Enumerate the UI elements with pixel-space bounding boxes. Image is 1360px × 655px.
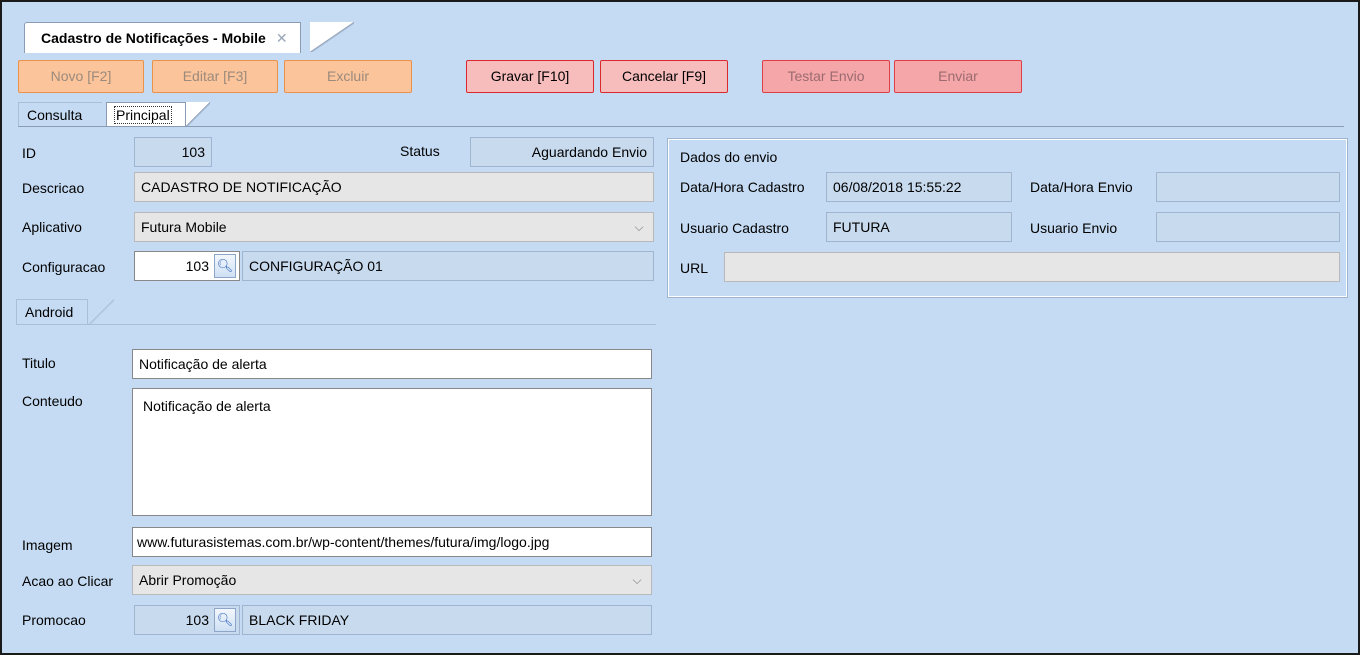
usuario-cadastro-field: FUTURA (826, 212, 1012, 242)
titulo-field[interactable]: Notificação de alerta (132, 349, 652, 379)
titulo-label: Titulo (22, 355, 56, 371)
data-cadastro-field: 06/08/2018 15:55:22 (826, 172, 1012, 202)
descricao-label: Descricao (22, 180, 85, 196)
promocao-label: Promocao (22, 612, 86, 628)
status-label: Status (400, 143, 440, 159)
data-cadastro-label: Data/Hora Cadastro (680, 179, 805, 195)
usuario-envio-field (1156, 212, 1340, 242)
tab-principal-edge (186, 102, 210, 126)
tab-android[interactable]: Android (16, 299, 88, 325)
acao-value: Abrir Promoção (139, 572, 237, 588)
url-label: URL (680, 260, 709, 276)
conteudo-textarea[interactable]: Notificação de alerta (132, 388, 652, 516)
magnifier-icon[interactable]: 🔍︎ (214, 254, 236, 278)
data-envio-label: Data/Hora Envio (1030, 179, 1133, 195)
editar-button[interactable]: Editar [F3] (152, 60, 278, 93)
tab-consulta[interactable]: Consulta (18, 102, 102, 126)
enviar-button[interactable]: Enviar (894, 60, 1022, 93)
promocao-name-field: BLACK FRIDAY (242, 605, 652, 635)
chevron-down-icon[interactable]: ⌵ (631, 213, 647, 241)
descricao-field[interactable]: CADASTRO DE NOTIFICAÇÃO (134, 172, 654, 202)
document-tab[interactable]: Cadastro de Notificações - Mobile ✕ (24, 22, 301, 53)
promocao-code-field[interactable]: 103 🔍︎ (134, 605, 240, 635)
id-label: ID (22, 145, 36, 161)
chevron-down-icon[interactable]: ⌵ (629, 566, 645, 594)
configuracao-code: 103 (185, 258, 209, 274)
conteudo-label: Conteudo (22, 393, 83, 409)
configuracao-label: Configuracao (22, 259, 106, 275)
tab-principal[interactable]: Principal (106, 102, 186, 126)
status-field: Aguardando Envio (470, 137, 654, 167)
imagem-label: Imagem (22, 537, 73, 553)
promocao-code: 103 (185, 612, 209, 628)
cancelar-button[interactable]: Cancelar [F9] (600, 60, 728, 93)
imagem-field[interactable]: www.futurasistemas.com.br/wp-content/the… (132, 527, 652, 557)
excluir-button[interactable]: Excluir (284, 60, 412, 93)
close-icon[interactable]: ✕ (276, 30, 288, 46)
tab-android-edge (88, 299, 114, 325)
configuracao-code-field[interactable]: 103 🔍︎ (134, 251, 240, 281)
usuario-cadastro-label: Usuario Cadastro (680, 220, 789, 236)
magnifier-icon[interactable]: 🔍︎ (214, 608, 236, 632)
dados-envio-title: Dados do envio (680, 149, 778, 165)
url-field[interactable] (724, 252, 1340, 282)
android-divider (16, 324, 656, 325)
aplicativo-select[interactable]: Futura Mobile ⌵ (134, 212, 654, 242)
acao-label: Acao ao Clicar (22, 573, 114, 589)
app-window: Cadastro de Notificações - Mobile ✕ Novo … (0, 0, 1360, 655)
novo-button[interactable]: Novo [F2] (18, 60, 144, 93)
acao-select[interactable]: Abrir Promoção ⌵ (132, 565, 652, 595)
aplicativo-label: Aplicativo (22, 219, 82, 235)
usuario-envio-label: Usuario Envio (1030, 220, 1118, 236)
gravar-button[interactable]: Gravar [F10] (466, 60, 594, 93)
id-field: 103 (134, 137, 212, 167)
tab-divider (18, 126, 1344, 127)
aplicativo-value: Futura Mobile (141, 219, 227, 235)
configuracao-name-field: CONFIGURAÇÃO 01 (242, 251, 654, 281)
tab-principal-label: Principal (114, 106, 172, 124)
testar-envio-button[interactable]: Testar Envio (762, 60, 890, 93)
document-tab-title: Cadastro de Notificações - Mobile (41, 30, 266, 46)
data-envio-field (1156, 172, 1340, 202)
document-tab-edge (310, 22, 354, 52)
